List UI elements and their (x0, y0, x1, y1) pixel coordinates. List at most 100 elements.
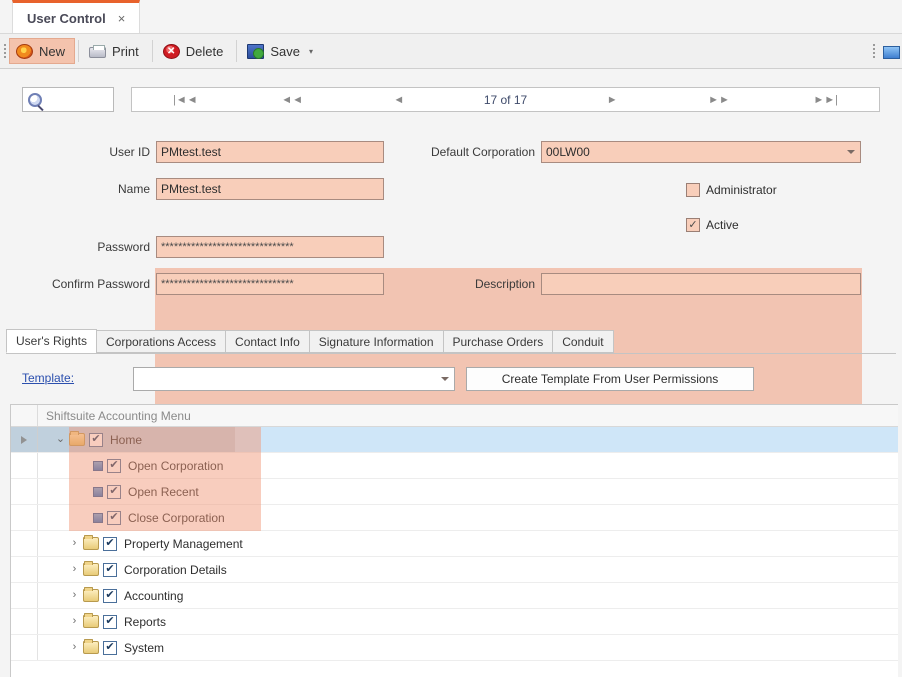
permission-checkbox[interactable]: ✔ (103, 640, 117, 655)
expander-icon[interactable]: › (66, 538, 83, 549)
toolbar-separator (236, 40, 238, 62)
toolbar-overflow-grip[interactable] (869, 44, 878, 58)
user-detail-form: User ID PMtest.test Name PMtest.test Pas… (0, 130, 902, 428)
toolbar-overflow-area (869, 44, 902, 59)
confirm-password-label: Confirm Password (51, 277, 150, 291)
save-button-label: Save (270, 43, 300, 59)
expander-icon[interactable]: › (66, 616, 83, 627)
permission-checkbox[interactable]: ✔ (107, 484, 121, 499)
confirm-password-field[interactable]: ******************************* (156, 273, 384, 295)
tab-contact-info[interactable]: Contact Info (225, 330, 310, 353)
chevron-down-icon[interactable] (847, 150, 855, 154)
permission-checkbox[interactable]: ✔ (107, 510, 121, 525)
folder-open-icon (69, 431, 85, 446)
user-control-window: User Control × New Print ✕ Delete Save ▾ (0, 0, 902, 677)
grid-left-splitter[interactable] (0, 404, 8, 677)
tab-purchase-orders[interactable]: Purchase Orders (442, 330, 554, 353)
record-nav-bar: |◄◄ ◄◄ ◄ 17 of 17 ► ►► ►►| (131, 87, 880, 112)
nav-last-button[interactable]: ►►| (772, 88, 879, 111)
expander-icon[interactable]: › (66, 590, 83, 601)
table-row[interactable]: › ✔ Accounting (11, 583, 898, 609)
expander-icon[interactable]: › (66, 564, 83, 575)
search-input[interactable] (22, 87, 114, 112)
main-toolbar: New Print ✕ Delete Save ▾ (0, 33, 902, 69)
toolbar-grip-handle[interactable] (0, 34, 9, 68)
table-row[interactable]: ✔ Open Recent (11, 479, 898, 505)
new-button[interactable]: New (9, 38, 76, 64)
tab-users-rights[interactable]: User's Rights (6, 329, 97, 353)
save-disk-icon (247, 44, 265, 59)
nav-prev-page-button[interactable]: ◄◄ (239, 88, 346, 111)
table-row[interactable]: › ✔ Corporation Details (11, 557, 898, 583)
delete-button[interactable]: ✕ Delete (156, 38, 234, 64)
tree-node-label: Open Corporation (128, 458, 224, 473)
table-row[interactable]: ✔ Close Corporation (11, 505, 898, 531)
default-corporation-combo[interactable]: 00LW00 (541, 141, 861, 163)
chevron-down-icon[interactable] (441, 377, 449, 381)
row-indicator-cell (11, 453, 38, 478)
grid-indicator-header (11, 405, 38, 426)
toolbar-separator (151, 40, 153, 62)
nav-prev-button[interactable]: ◄ (345, 88, 452, 111)
record-position-label: 17 of 17 (483, 92, 528, 107)
user-id-field[interactable]: PMtest.test (156, 141, 384, 163)
folder-icon (83, 639, 99, 654)
default-corporation-value: 00LW00 (546, 145, 590, 159)
checkbox-box (686, 183, 700, 197)
administrator-checkbox[interactable]: Administrator (686, 183, 777, 197)
table-row[interactable]: › ✔ System (11, 635, 898, 661)
nav-next-button[interactable]: ► (559, 88, 666, 111)
save-button[interactable]: Save ▾ (240, 38, 323, 64)
folder-icon (83, 587, 99, 602)
permission-checkbox[interactable]: ✔ (103, 536, 117, 551)
description-label: Description (474, 277, 535, 291)
permission-checkbox[interactable]: ✔ (103, 588, 117, 603)
folder-icon (83, 613, 99, 628)
new-record-icon (16, 44, 33, 59)
table-row[interactable]: ⌄ ✔ Home (11, 427, 898, 453)
row-indicator-cell (11, 583, 38, 608)
description-field[interactable] (541, 273, 861, 295)
name-field[interactable]: PMtest.test (156, 178, 384, 200)
active-label: Active (706, 218, 739, 232)
new-button-label: New (39, 43, 66, 59)
nav-next-page-button[interactable]: ►► (666, 88, 773, 111)
toolbar-overflow-icon[interactable] (883, 45, 900, 59)
table-row[interactable]: ✔ Open Corporation (11, 453, 898, 479)
toolbar-separator (78, 40, 80, 62)
tab-signature-information[interactable]: Signature Information (308, 330, 444, 353)
permission-checkbox[interactable]: ✔ (107, 458, 121, 473)
tree-node-label: Accounting (124, 588, 184, 603)
default-corporation-label: Default Corporation (430, 145, 535, 159)
tree-node-label: Reports (124, 614, 167, 629)
template-link[interactable]: Template: (22, 371, 74, 385)
user-id-label: User ID (109, 145, 150, 159)
print-button[interactable]: Print (82, 38, 149, 64)
permission-checkbox[interactable]: ✔ (89, 432, 103, 447)
permission-checkbox[interactable]: ✔ (103, 562, 117, 577)
document-tab-user-control[interactable]: User Control × (12, 0, 140, 33)
menu-item-icon (93, 512, 103, 523)
expander-icon[interactable]: › (66, 642, 83, 653)
detail-tab-bar: User's Rights Corporations Access Contac… (6, 329, 896, 354)
template-combo[interactable] (133, 367, 455, 391)
tab-corporations-access[interactable]: Corporations Access (95, 330, 227, 353)
password-field[interactable]: ******************************* (156, 236, 384, 258)
tree-node-label: Home (110, 432, 143, 447)
close-icon[interactable]: × (118, 11, 126, 26)
permission-checkbox[interactable]: ✔ (103, 614, 117, 629)
tree-node-label: Corporation Details (124, 562, 227, 577)
table-row[interactable]: › ✔ Reports (11, 609, 898, 635)
delete-circle-icon: ✕ (162, 44, 180, 59)
active-checkbox[interactable]: ✓ Active (686, 218, 739, 232)
expander-icon[interactable]: ⌄ (52, 434, 69, 445)
nav-first-button[interactable]: |◄◄ (132, 88, 239, 111)
tab-conduit[interactable]: Conduit (552, 330, 614, 353)
delete-button-label: Delete (185, 43, 224, 59)
document-tab-strip: User Control × (0, 0, 902, 33)
chevron-down-icon[interactable]: ▾ (309, 47, 313, 56)
name-label: Name (117, 182, 150, 196)
create-template-button[interactable]: Create Template From User Permissions (466, 367, 754, 391)
table-row[interactable]: › ✔ Property Management (11, 531, 898, 557)
grid-header-row: Shiftsuite Accounting Menu (11, 405, 898, 427)
